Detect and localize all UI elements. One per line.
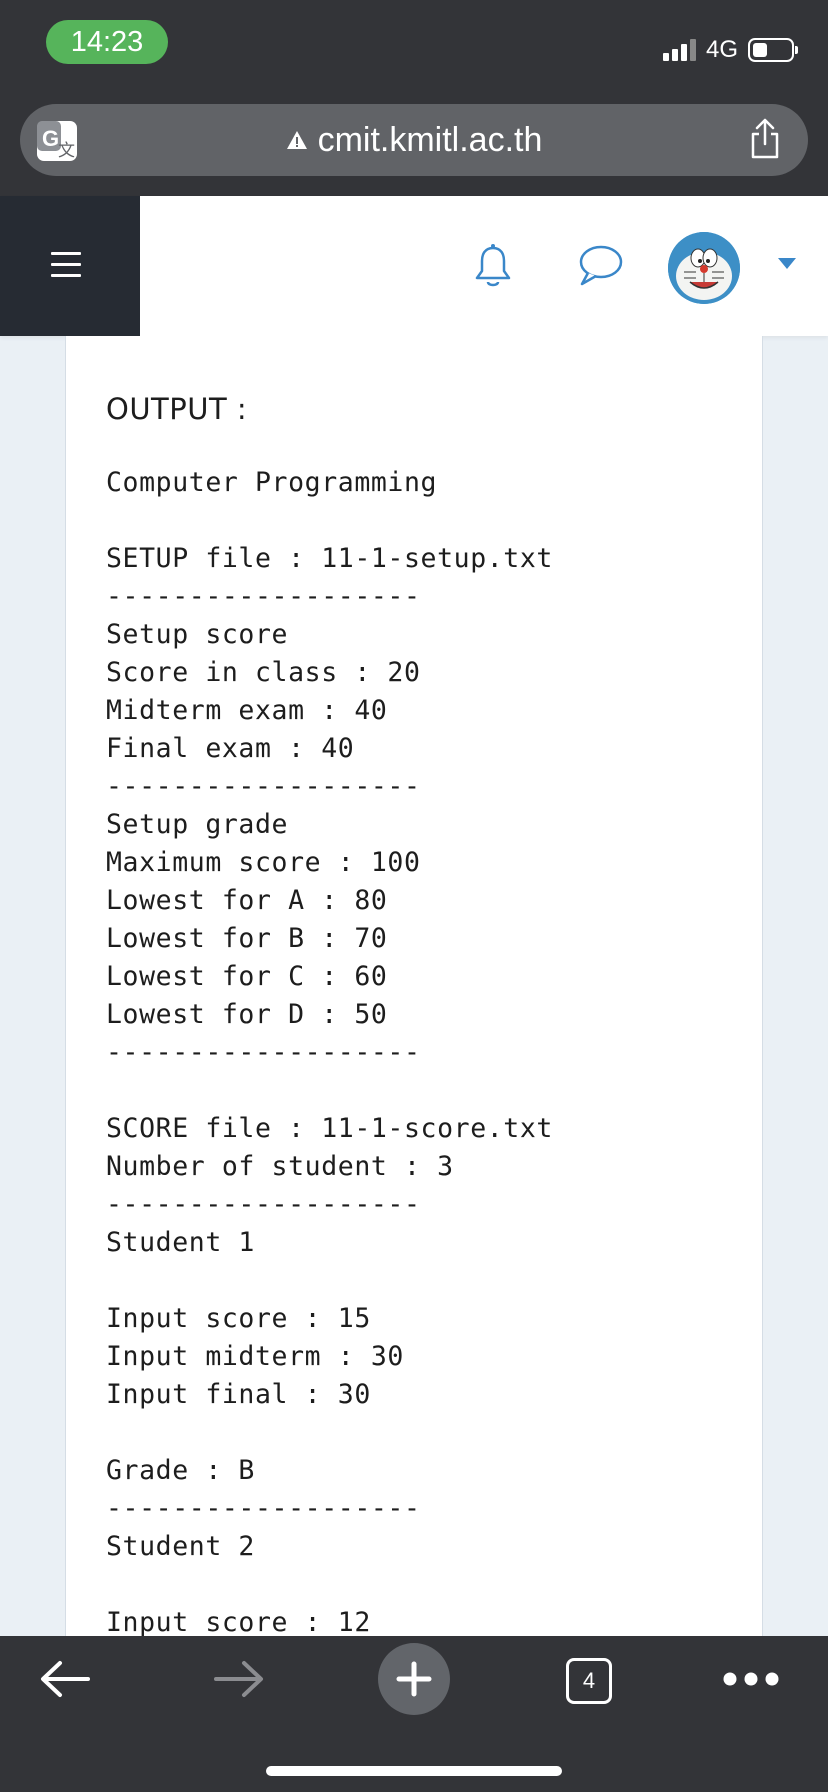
output-line: ------------------- [106, 1493, 421, 1524]
output-line: Midterm exam : 40 [106, 695, 388, 726]
tabs-count-button[interactable]: 4 [566, 1658, 612, 1704]
bell-icon[interactable] [472, 242, 514, 290]
share-icon[interactable] [748, 118, 782, 160]
output-line: Score in class : 20 [106, 657, 421, 688]
status-time: 14:23 [46, 20, 168, 64]
output-line: Grade : B [106, 1455, 255, 1486]
output-line: SCORE file : 11-1-score.txt [106, 1113, 553, 1144]
back-arrow-icon[interactable] [38, 1658, 92, 1700]
output-line: ------------------- [106, 1037, 421, 1068]
forward-arrow-icon[interactable] [212, 1658, 266, 1700]
home-indicator [266, 1766, 562, 1776]
new-tab-button[interactable] [378, 1643, 450, 1715]
more-dots-icon[interactable] [722, 1670, 780, 1688]
battery-icon [748, 38, 798, 62]
output-line: Final exam : 40 [106, 733, 355, 764]
site-header [0, 196, 828, 336]
output-line: Student 2 [106, 1531, 255, 1562]
output-line: Input score : 15 [106, 1303, 371, 1334]
doraemon-avatar-image [668, 232, 740, 304]
output-line: Lowest for A : 80 [106, 885, 388, 916]
url-text[interactable]: cmit.kmitl.ac.th [318, 121, 543, 160]
avatar[interactable] [668, 232, 740, 304]
output-line: ------------------- [106, 1189, 421, 1220]
output-line: Lowest for D : 50 [106, 999, 388, 1030]
status-indicators: 4G [662, 34, 798, 66]
output-line: ------------------- [106, 581, 421, 612]
program-output: Computer Programming SETUP file : 11-1-se… [106, 464, 553, 1642]
cellular-signal-icon [662, 39, 696, 61]
chat-bubble-icon[interactable] [576, 244, 624, 288]
hamburger-menu-icon[interactable] [0, 196, 140, 336]
caret-down-icon[interactable] [778, 258, 796, 269]
output-line: Maximum score : 100 [106, 847, 421, 878]
warning-icon [286, 131, 307, 149]
output-line: Setup grade [106, 809, 289, 840]
output-line: Input midterm : 30 [106, 1341, 404, 1372]
browser-top-chrome: 14:23 4G G 文 cmit.kmitl.ac.th [0, 0, 828, 196]
plus-icon [396, 1661, 432, 1697]
output-line: ------------------- [106, 771, 421, 802]
output-line: Lowest for B : 70 [106, 923, 388, 954]
network-type: 4G [705, 36, 738, 63]
output-line: Number of student : 3 [106, 1151, 454, 1182]
output-line: Lowest for C : 60 [106, 961, 388, 992]
output-line: Student 1 [106, 1227, 255, 1258]
output-line: Input final : 30 [106, 1379, 371, 1410]
address-bar[interactable]: G 文 cmit.kmitl.ac.th [20, 104, 808, 176]
output-heading: OUTPUT : [106, 392, 248, 426]
output-line: SETUP file : 11-1-setup.txt [106, 543, 553, 574]
output-line: Computer Programming [106, 467, 438, 498]
output-line: Setup score [106, 619, 289, 650]
